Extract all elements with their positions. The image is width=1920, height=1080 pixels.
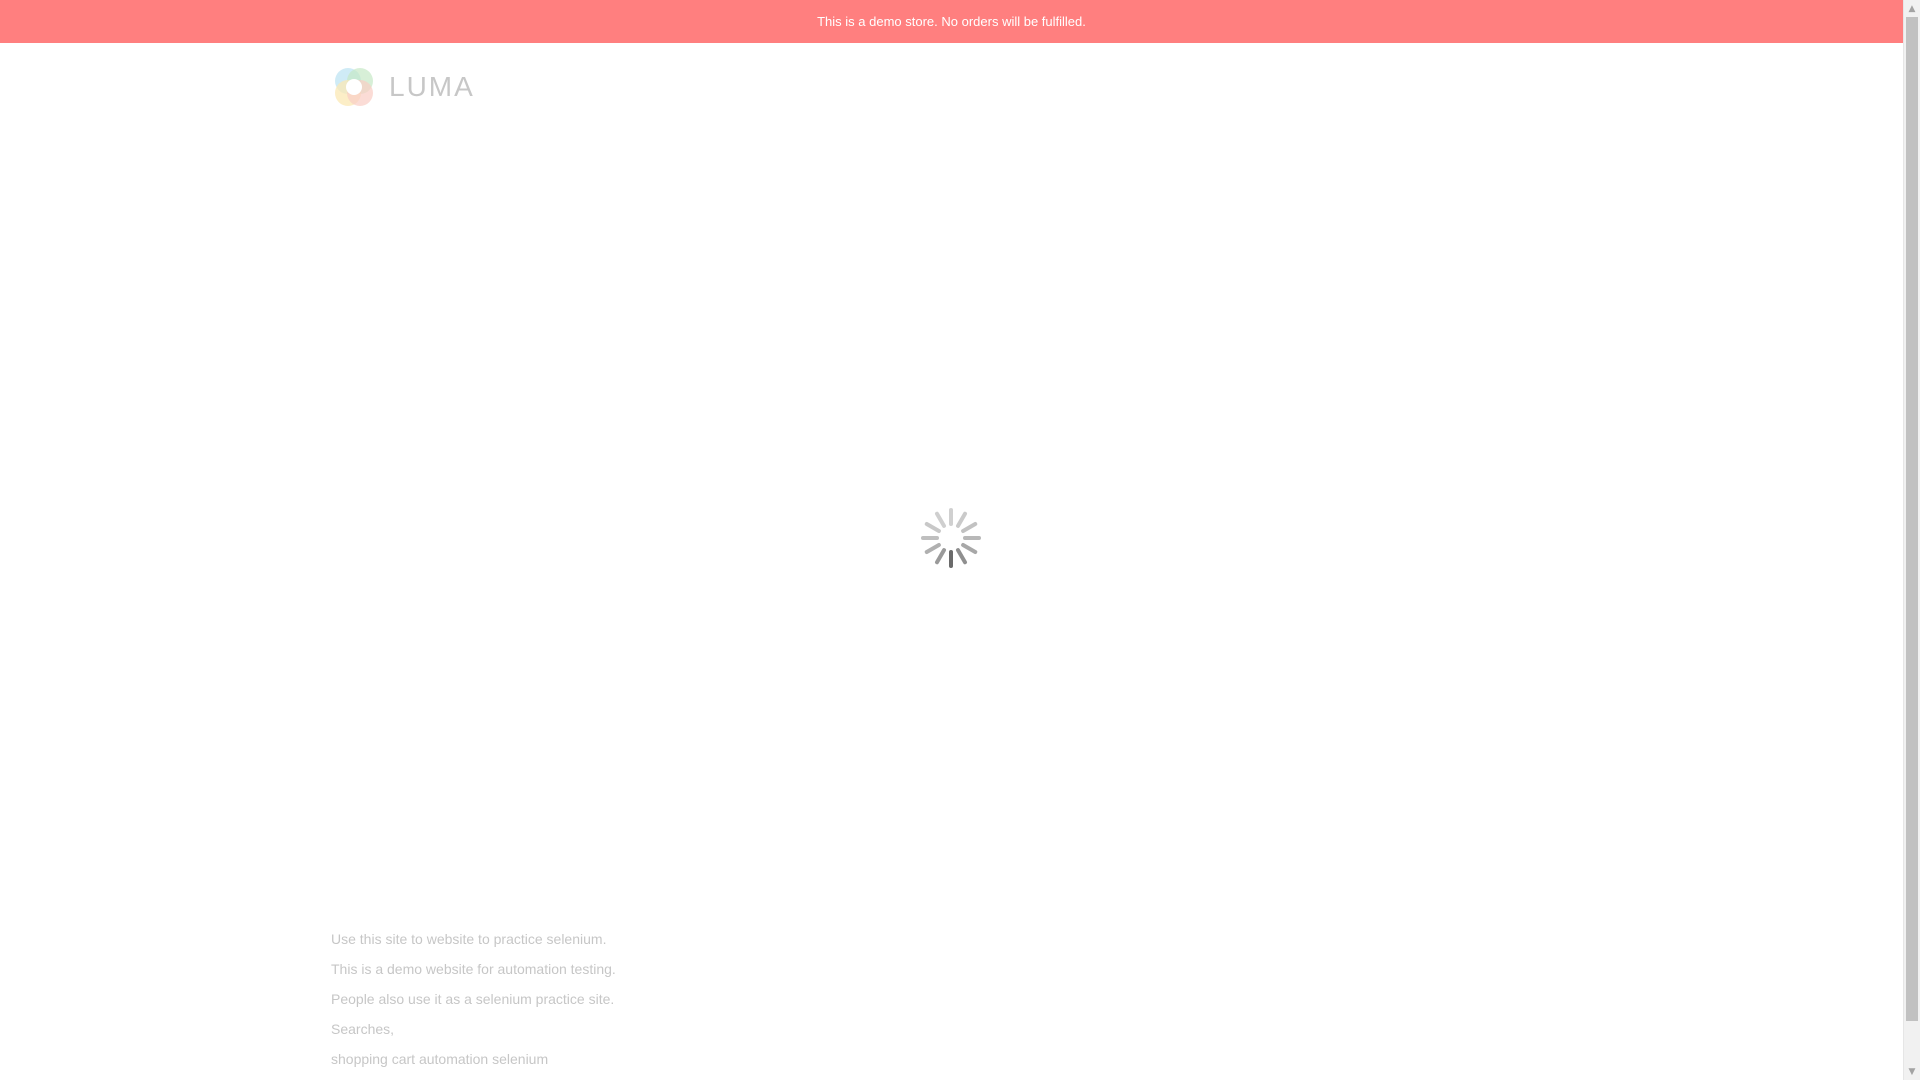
page-header: LUMA	[0, 43, 1903, 133]
footer-line: Use this site to website to practice sel…	[331, 931, 607, 947]
vertical-scrollbar[interactable]: ▲ ▼	[1903, 0, 1920, 1080]
browser-viewport: This is a demo store. No orders will be …	[0, 0, 1920, 1080]
footer-line: shopping cart automation selenium	[331, 1051, 549, 1067]
footer-line: People also use it as a selenium practic…	[331, 991, 615, 1007]
scroll-down-arrow-icon[interactable]: ▼	[1904, 1063, 1920, 1080]
scroll-up-arrow-icon[interactable]: ▲	[1904, 0, 1920, 17]
luma-logo-text: LUMA	[389, 71, 475, 102]
demo-store-notice: This is a demo store. No orders will be …	[0, 0, 1903, 43]
loading-spinner-icon	[921, 508, 981, 568]
luma-logo-link[interactable]: LUMA	[331, 64, 475, 110]
scroll-thumb[interactable]	[1906, 17, 1918, 1021]
demo-store-notice-text: This is a demo store. No orders will be …	[817, 14, 1086, 29]
page: This is a demo store. No orders will be …	[0, 0, 1903, 1080]
luma-logo-icon	[335, 68, 373, 106]
footer-seo-text: Use this site to website to practice sel…	[331, 924, 616, 1074]
footer-line: Searches,	[331, 1021, 395, 1037]
footer-line: This is a demo website for automation te…	[331, 961, 616, 977]
